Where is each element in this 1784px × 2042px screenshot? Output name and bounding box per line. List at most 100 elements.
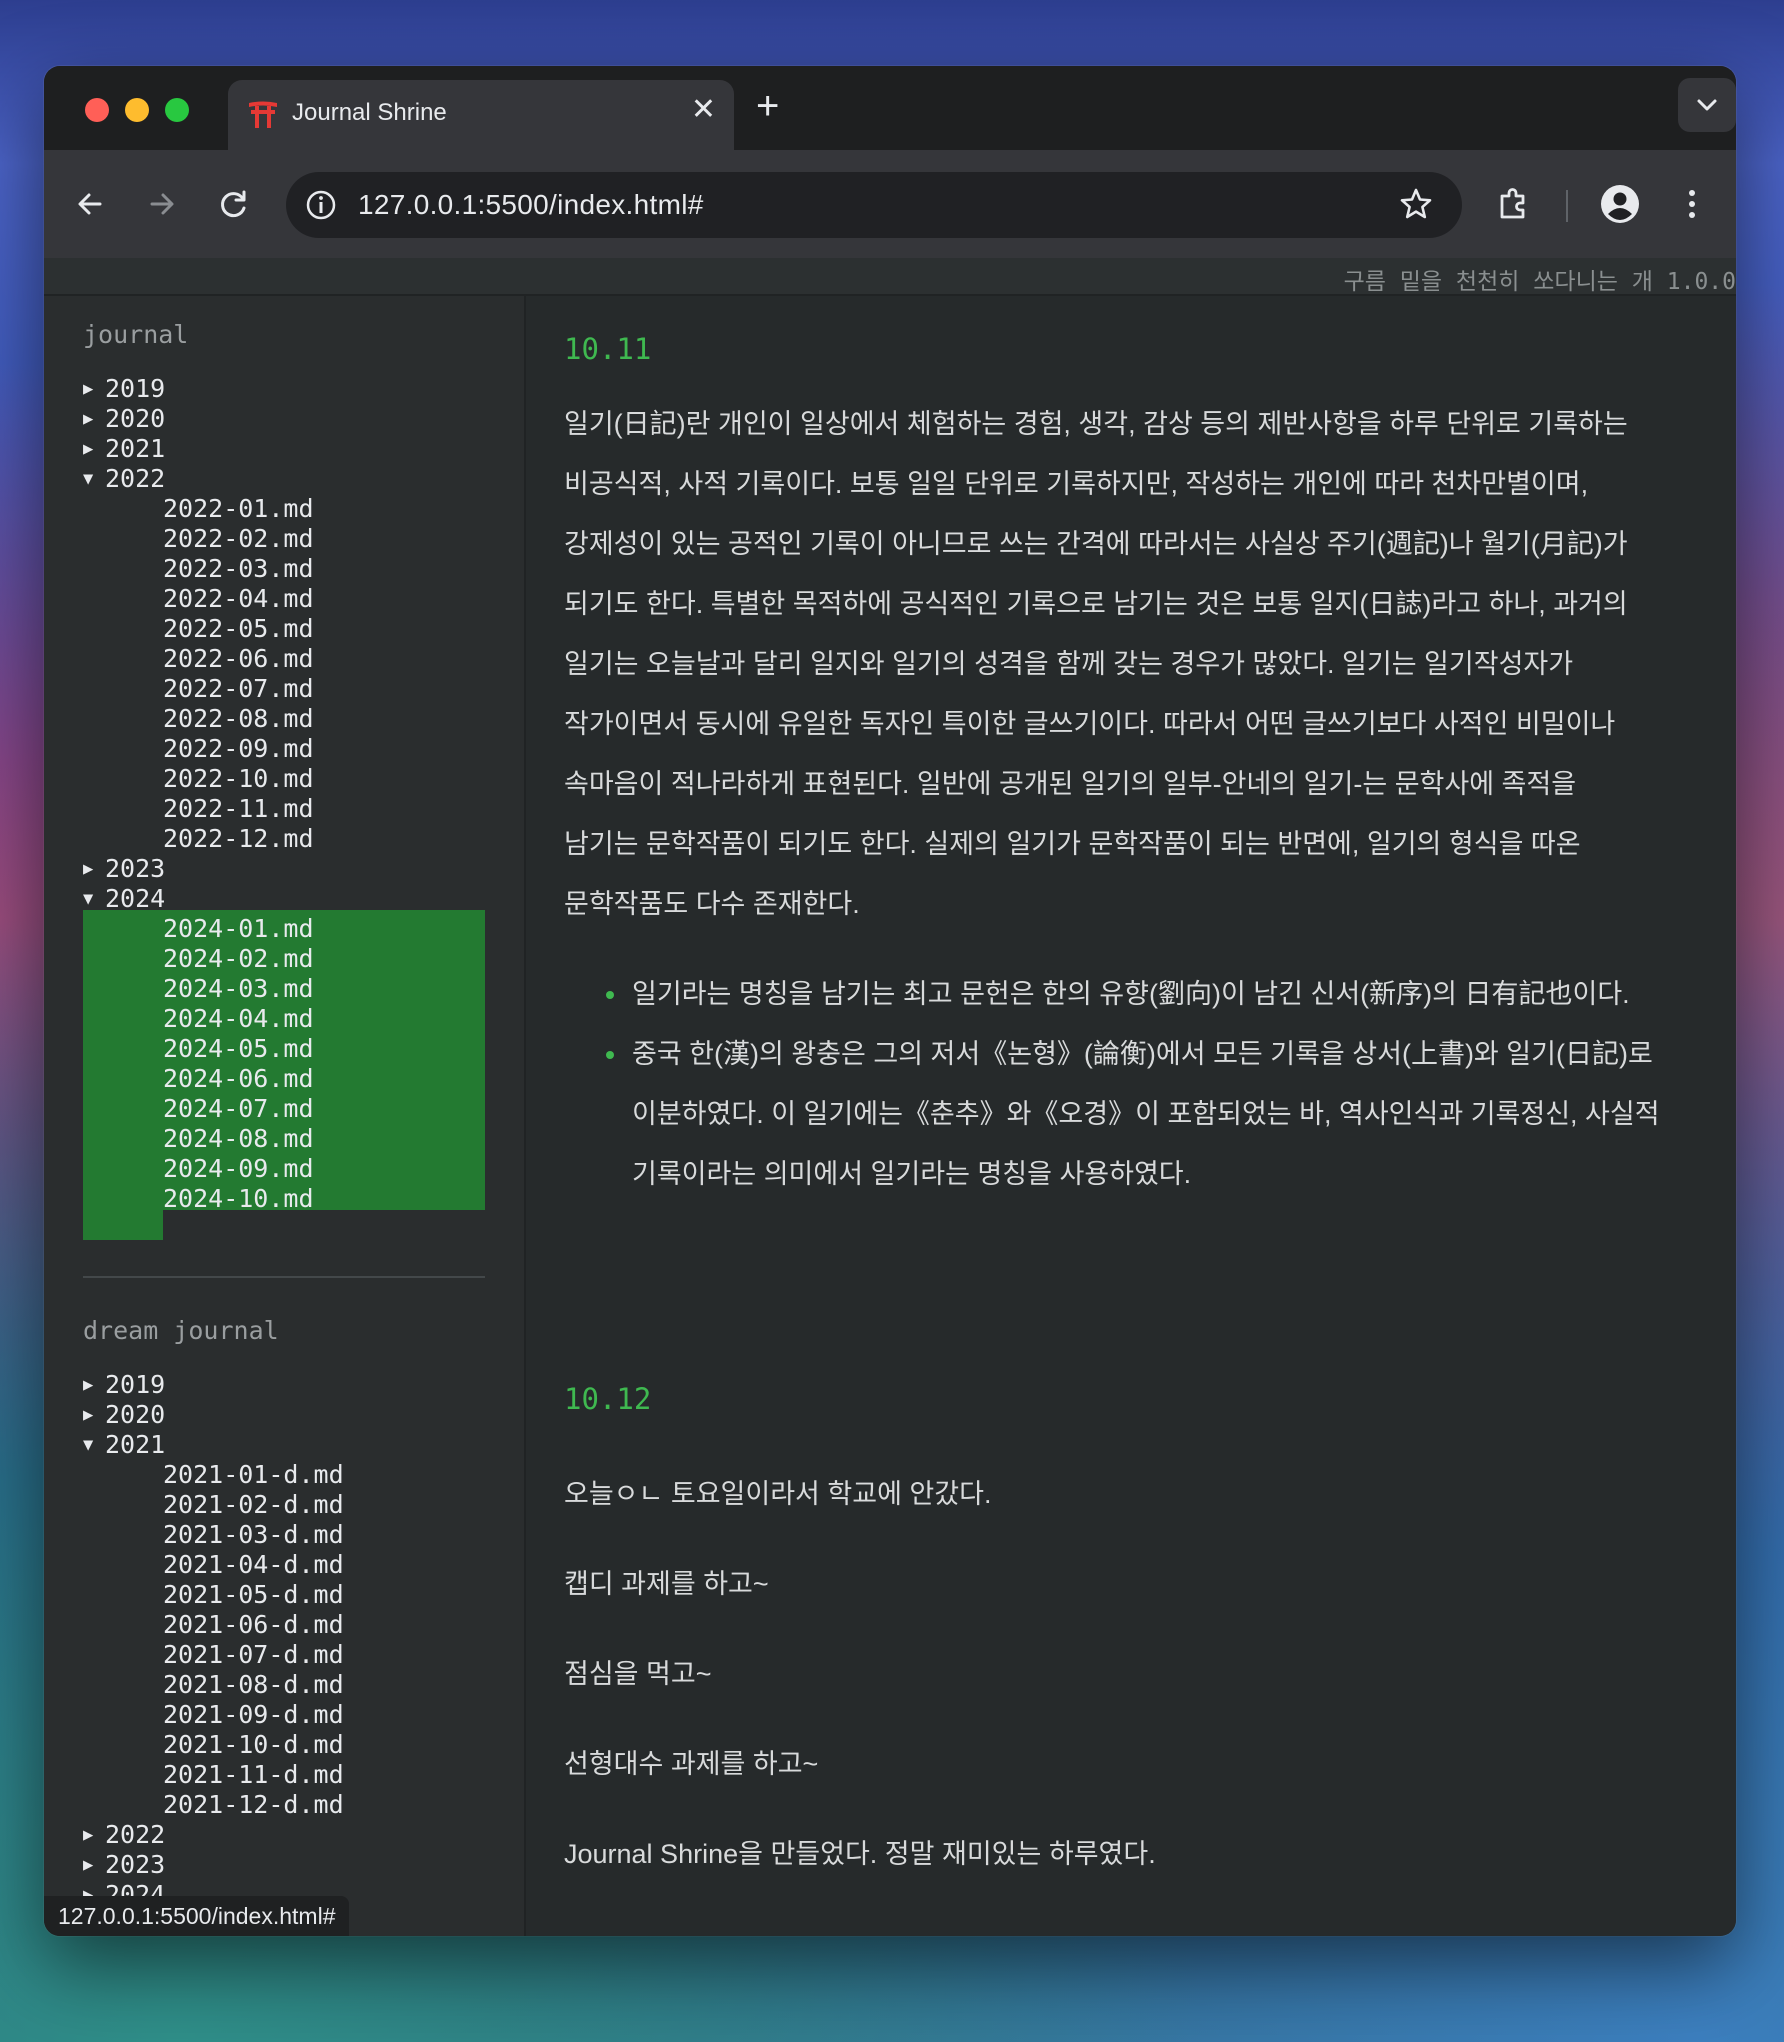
folder-label: 2019 [105, 1370, 166, 1399]
url-text[interactable]: 127.0.0.1:5500/index.html# [358, 189, 704, 221]
tree-folder-2022[interactable]: ▼ 2022 [83, 464, 485, 494]
back-icon[interactable] [66, 180, 114, 228]
tree-folder-2020[interactable]: ▶ 2020 [83, 1400, 485, 1430]
folder-label: 2023 [105, 1850, 166, 1879]
bullet-line: 일기라는 명칭을 남기는 최고 문헌은 한의 유향(劉向)이 남긴 신서(新序)… [632, 979, 1630, 1009]
minimize-window-button[interactable] [125, 98, 149, 122]
tree-file[interactable]: 2024-06.md [83, 1064, 485, 1094]
tree-folder-2024[interactable]: ▼ 2024 [83, 884, 485, 914]
browser-toolbar: 127.0.0.1:5500/index.html# [44, 150, 1736, 258]
tab-search-button[interactable] [1678, 78, 1736, 132]
sidebar: journal ▶ 2019 ▶ 2020 ▶ 2021 ▼ 2022 2022-01.… [44, 296, 526, 1936]
tab-close-button[interactable]: ✕ [691, 95, 716, 125]
close-window-button[interactable] [85, 98, 109, 122]
tree-file[interactable]: 2021-05-d.md [83, 1580, 485, 1610]
folder-label: 2021 [105, 434, 166, 463]
tree-folder-2020[interactable]: ▶ 2020 [83, 404, 485, 434]
caret-right-icon: ▶ [83, 1855, 94, 1875]
reload-icon[interactable] [210, 180, 258, 228]
entry-paragraph: 일기(日記)란 개인이 일상에서 체험하는 경험, 생각, 감상 등의 제반사항… [564, 394, 1704, 934]
entry-line: 점심을 먹고~ [564, 1659, 712, 1689]
toolbar-separator [1566, 190, 1568, 222]
bullet-line: 중국 한(漢)의 왕충은 그의 저서《논형》(論衡)에서 모든 기록을 상서(上… [632, 1039, 1653, 1069]
tree-file[interactable]: 2021-10-d.md [83, 1730, 485, 1760]
folder-label: 2024 [105, 884, 166, 913]
tree-file[interactable]: 2022-09.md [83, 734, 485, 764]
profile-icon[interactable] [1596, 180, 1644, 228]
tree-file[interactable]: 2021-11-d.md [83, 1760, 485, 1790]
forward-icon[interactable] [138, 180, 186, 228]
tree-file[interactable]: 2022-01.md [83, 494, 485, 524]
caret-right-icon: ▶ [83, 859, 94, 879]
caret-right-icon: ▶ [83, 379, 94, 399]
tree-file[interactable]: 2024-07.md [83, 1094, 485, 1124]
paragraph-line: 남기는 문학작품이 되기도 한다. 실제의 일기가 문학작품이 되는 반면에, … [564, 829, 1581, 859]
folder-label: 2019 [105, 374, 166, 403]
version-bar: 구름 밑을 천천히 쏘다니는 개 1.0.0 [44, 258, 1736, 296]
zoom-window-button[interactable] [165, 98, 189, 122]
tree-file[interactable]: 2022-04.md [83, 584, 485, 614]
tree-file[interactable]: 2024-10.md [83, 1184, 485, 1214]
tree-file[interactable]: 2022-02.md [83, 524, 485, 554]
caret-down-icon: ▼ [83, 889, 94, 909]
tree-folder-2021[interactable]: ▼ 2021 [83, 1430, 485, 1460]
folder-label: 2023 [105, 854, 166, 883]
tree-folder-2023[interactable]: ▶ 2023 [83, 854, 485, 884]
tree-file[interactable]: 2021-09-d.md [83, 1700, 485, 1730]
tree-file[interactable]: 2024-04.md [83, 1004, 485, 1034]
journal-content: 10.11 일기(日記)란 개인이 일상에서 체험하는 경험, 생각, 감상 등… [526, 296, 1736, 1936]
address-bar[interactable]: 127.0.0.1:5500/index.html# [286, 172, 1462, 238]
paragraph-line: 일기(日記)란 개인이 일상에서 체험하는 경험, 생각, 감상 등의 제반사항… [564, 409, 1628, 439]
dream-journal-tree: ▶ 2019 ▶ 2020 ▼ 2021 2021-01-d.md 2021-02-d… [83, 1370, 485, 1910]
entry-line: Journal Shrine을 만들었다. 정말 재미있는 하루였다. [564, 1839, 1156, 1869]
paragraph-line: 강제성이 있는 공적인 기록이 아니므로 쓰는 간격에 따라서는 사실상 주기(… [564, 529, 1628, 559]
tree-file[interactable]: 2022-10.md [83, 764, 485, 794]
tree-file[interactable]: 2024-02.md [83, 944, 485, 974]
tree-file[interactable]: 2022-03.md [83, 554, 485, 584]
extensions-icon[interactable] [1490, 180, 1538, 228]
page-viewport: 구름 밑을 천천히 쏘다니는 개 1.0.0 journal ▶ 2019 ▶ 20… [44, 258, 1736, 1936]
tree-file[interactable]: 2021-02-d.md [83, 1490, 485, 1520]
tree-file[interactable]: 2022-07.md [83, 674, 485, 704]
tree-file[interactable]: 2021-04-d.md [83, 1550, 485, 1580]
tree-folder-2023[interactable]: ▶ 2023 [83, 1850, 485, 1880]
entry-bullet-list: 일기라는 명칭을 남기는 최고 문헌은 한의 유향(劉向)이 남긴 신서(新序)… [604, 964, 1704, 1204]
tree-file[interactable]: 2021-03-d.md [83, 1520, 485, 1550]
tree-file[interactable]: 2021-08-d.md [83, 1670, 485, 1700]
tree-file[interactable]: 2022-08.md [83, 704, 485, 734]
caret-right-icon: ▶ [83, 409, 94, 429]
folder-label: 2022 [105, 464, 166, 493]
tree-folder-2019[interactable]: ▶ 2019 [83, 374, 485, 404]
bullet-line: 기록이라는 의미에서 일기라는 명칭을 사용하였다. [632, 1159, 1192, 1189]
folder-label: 2022 [105, 1820, 166, 1849]
tree-folder-2021[interactable]: ▶ 2021 [83, 434, 485, 464]
tree-file[interactable]: 2024-01.md [83, 914, 485, 944]
menu-icon[interactable] [1668, 180, 1716, 228]
tree-folder-2022[interactable]: ▶ 2022 [83, 1820, 485, 1850]
tree-file[interactable]: 2024-03.md [83, 974, 485, 1004]
tree-folder-2019[interactable]: ▶ 2019 [83, 1370, 485, 1400]
tree-file[interactable]: 2021-12-d.md [83, 1790, 485, 1820]
tree-file[interactable]: 2022-11.md [83, 794, 485, 824]
chevron-down-icon [1697, 99, 1717, 111]
paragraph-line: 속마음이 적나라하게 표현된다. 일반에 공개된 일기의 일부-안네의 일기-는… [564, 769, 1577, 799]
paragraph-line: 일기는 오늘날과 달리 일지와 일기의 성격을 함께 갖는 경우가 많았다. 일… [564, 649, 1574, 679]
folder-label: 2020 [105, 404, 166, 433]
tree-file[interactable]: 2022-12.md [83, 824, 485, 854]
browser-tab[interactable]: Journal Shrine ✕ [228, 80, 734, 150]
tree-file[interactable]: 2024-05.md [83, 1034, 485, 1064]
tree-file[interactable]: 2024-09.md [83, 1154, 485, 1184]
browser-window: Journal Shrine ✕ + 127.0.0.1:5500/index.… [44, 66, 1736, 1936]
tree-file[interactable]: 2022-06.md [83, 644, 485, 674]
tree-file[interactable]: 2022-05.md [83, 614, 485, 644]
tree-file[interactable]: 2021-07-d.md [83, 1640, 485, 1670]
tree-file[interactable]: 2024-08.md [83, 1124, 485, 1154]
tree-file[interactable]: 2021-01-d.md [83, 1460, 485, 1490]
tree-file[interactable]: 2021-06-d.md [83, 1610, 485, 1640]
star-icon[interactable] [1398, 186, 1434, 222]
dream-journal-section-title: dream journal [83, 1316, 279, 1345]
info-icon[interactable] [304, 188, 338, 222]
paragraph-line: 비공식적, 사적 기록이다. 보통 일일 단위로 기록하지만, 작성하는 개인에… [564, 469, 1589, 499]
new-tab-button[interactable]: + [756, 86, 779, 126]
paragraph-line: 문학작품도 다수 존재한다. [564, 889, 860, 919]
